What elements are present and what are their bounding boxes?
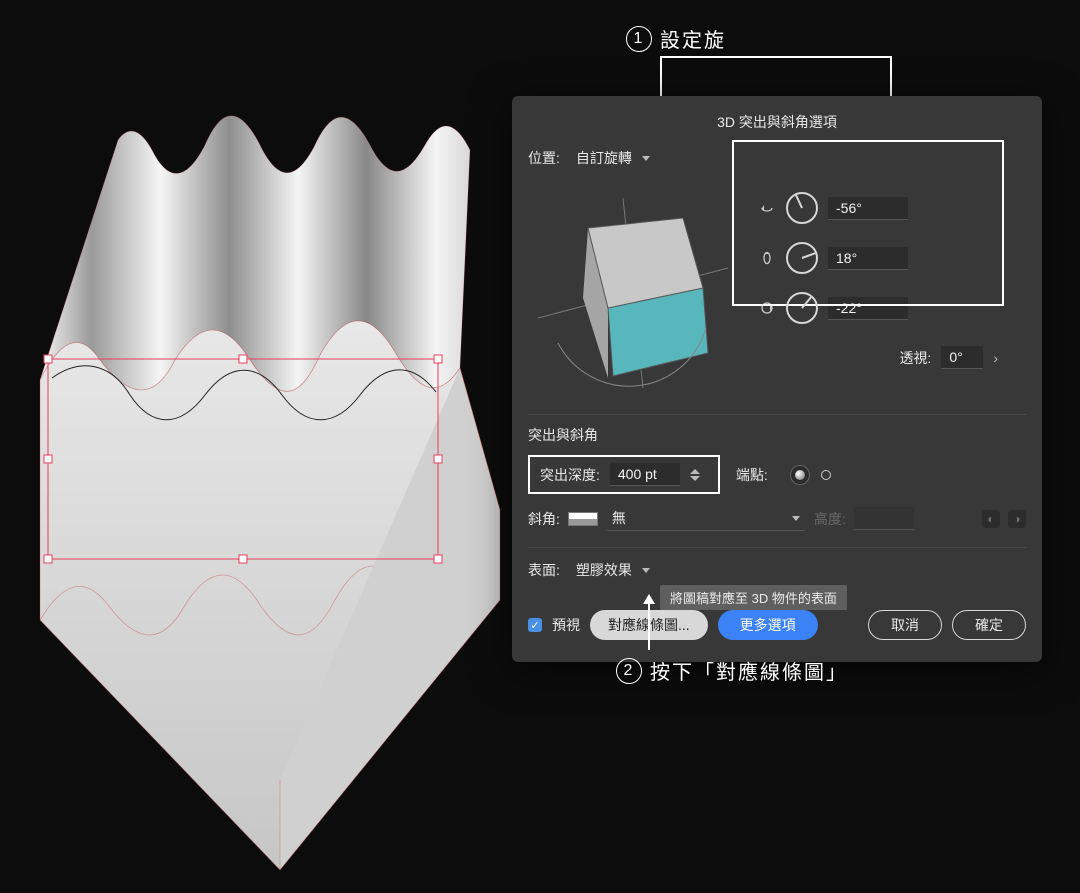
preview-label: 預視 <box>552 615 580 635</box>
position-label: 位置: <box>528 148 560 168</box>
perspective-input[interactable] <box>941 346 983 369</box>
annotation-number-2: 2 <box>616 658 642 684</box>
depth-input[interactable] <box>610 463 680 486</box>
surface-label: 表面: <box>528 560 560 580</box>
map-art-tooltip: 將圖稿對應至 3D 物件的表面 <box>660 585 847 610</box>
depth-stepper[interactable] <box>690 469 708 481</box>
divider <box>528 547 1026 548</box>
canvas-artwork <box>0 0 550 893</box>
bevel-direction-icons: ◐ ◑ <box>982 510 1026 528</box>
chevron-down-icon <box>642 156 650 161</box>
rotate-y-input[interactable] <box>828 247 908 270</box>
position-row: 位置: 自訂旋轉 <box>528 146 1026 170</box>
annotation-text-2: 按下「對應線條圖」 <box>650 656 848 685</box>
bevel-select[interactable]: 無 <box>606 506 806 531</box>
annotation-1: 1 設定旋 <box>626 24 726 53</box>
bevel-swatch <box>568 512 598 526</box>
cap-label: 端點: <box>736 465 768 485</box>
annotation-text-1: 設定旋 <box>660 24 726 53</box>
divider <box>528 414 1026 415</box>
dialog-title: 3D 突出與斜角選項 <box>528 110 1026 146</box>
extrude-section-label: 突出與斜角 <box>528 425 1026 445</box>
position-value: 自訂旋轉 <box>576 148 632 168</box>
chevron-down-icon <box>642 568 650 573</box>
more-options-button[interactable]: 更多選項 <box>718 610 818 640</box>
rotate-z-icon <box>758 299 776 317</box>
preview-checkbox[interactable]: ✓ <box>528 618 542 632</box>
position-select[interactable]: 自訂旋轉 <box>570 146 656 170</box>
rotate-z-dial[interactable] <box>786 292 818 324</box>
bevel-value: 無 <box>612 508 626 528</box>
height-label: 高度: <box>814 509 846 529</box>
annotation-number-1: 1 <box>626 26 652 52</box>
cancel-button[interactable]: 取消 <box>868 610 942 640</box>
rotation-cube-preview[interactable] <box>528 178 738 398</box>
annotation-2: 2 按下「對應線條圖」 <box>616 656 848 685</box>
cap-off-icon[interactable] <box>816 465 836 485</box>
rotate-x-input[interactable] <box>828 197 908 220</box>
rotate-y-dial[interactable] <box>786 242 818 274</box>
rotate-z-input[interactable] <box>828 297 908 320</box>
perspective-stepper[interactable]: › <box>993 350 998 366</box>
rotation-controls: 透視: › <box>758 178 1026 398</box>
surface-value: 塑膠效果 <box>576 560 632 580</box>
rotate-x-icon <box>758 199 776 217</box>
surface-select[interactable]: 塑膠效果 <box>570 558 656 582</box>
extrude-bevel-dialog: 3D 突出與斜角選項 位置: 自訂旋轉 <box>512 96 1042 662</box>
chevron-down-icon <box>792 516 800 521</box>
rotate-x-dial[interactable] <box>786 192 818 224</box>
ok-button[interactable]: 確定 <box>952 610 1026 640</box>
bevel-in-icon[interactable]: ◐ <box>982 510 1000 528</box>
bevel-out-icon[interactable]: ◑ <box>1008 510 1026 528</box>
bevel-label: 斜角: <box>528 509 560 529</box>
rotate-y-icon <box>758 249 776 267</box>
cap-on-icon[interactable] <box>790 465 810 485</box>
depth-highlight-box: 突出深度: <box>528 455 720 494</box>
depth-label: 突出深度: <box>540 465 600 485</box>
height-input <box>854 507 914 530</box>
perspective-label: 透視: <box>899 348 931 368</box>
